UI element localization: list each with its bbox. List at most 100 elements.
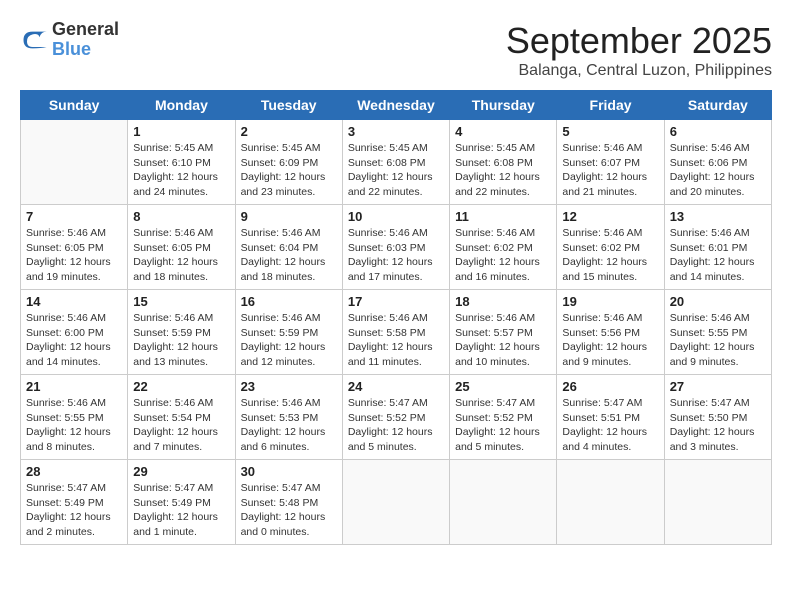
calendar-cell: 9 Sunrise: 5:46 AM Sunset: 6:04 PM Daylig… [235,205,342,290]
calendar-cell [21,120,128,205]
day-number: 23 [241,379,337,394]
weekday-sunday: Sunday [21,91,128,120]
day-info: Sunrise: 5:47 AM Sunset: 5:49 PM Dayligh… [26,481,122,540]
weekday-wednesday: Wednesday [342,91,449,120]
day-info: Sunrise: 5:47 AM Sunset: 5:48 PM Dayligh… [241,481,337,540]
day-number: 6 [670,124,766,139]
logo-line2: Blue [52,40,119,60]
day-info: Sunrise: 5:45 AM Sunset: 6:08 PM Dayligh… [455,141,551,200]
day-number: 14 [26,294,122,309]
calendar-cell: 22 Sunrise: 5:46 AM Sunset: 5:54 PM Dayli… [128,375,235,460]
weekday-thursday: Thursday [450,91,557,120]
calendar-cell [450,460,557,545]
day-number: 24 [348,379,444,394]
calendar-cell: 11 Sunrise: 5:46 AM Sunset: 6:02 PM Dayli… [450,205,557,290]
day-info: Sunrise: 5:47 AM Sunset: 5:49 PM Dayligh… [133,481,229,540]
day-info: Sunrise: 5:46 AM Sunset: 5:53 PM Dayligh… [241,396,337,455]
day-info: Sunrise: 5:46 AM Sunset: 5:55 PM Dayligh… [26,396,122,455]
calendar-cell: 28 Sunrise: 5:47 AM Sunset: 5:49 PM Dayli… [21,460,128,545]
day-info: Sunrise: 5:45 AM Sunset: 6:09 PM Dayligh… [241,141,337,200]
calendar-cell: 20Sunrise: 5:46 AM Sunset: 5:55 PM Dayli… [664,290,771,375]
day-number: 15 [133,294,229,309]
calendar-cell: 19 Sunrise: 5:46 AM Sunset: 5:56 PM Dayli… [557,290,664,375]
day-info: Sunrise: 5:47 AM Sunset: 5:51 PM Dayligh… [562,396,658,455]
day-number: 17 [348,294,444,309]
logo: General Blue [20,20,119,60]
calendar-cell: 5Sunrise: 5:46 AM Sunset: 6:07 PM Daylig… [557,120,664,205]
calendar-cell: 30 Sunrise: 5:47 AM Sunset: 5:48 PM Dayli… [235,460,342,545]
day-info: Sunrise: 5:46 AM Sunset: 6:00 PM Dayligh… [26,311,122,370]
day-number: 27 [670,379,766,394]
calendar-cell: 4Sunrise: 5:45 AM Sunset: 6:08 PM Daylig… [450,120,557,205]
day-info: Sunrise: 5:47 AM Sunset: 5:52 PM Dayligh… [348,396,444,455]
week-row-4: 21 Sunrise: 5:46 AM Sunset: 5:55 PM Dayli… [21,375,772,460]
day-number: 28 [26,464,122,479]
month-title: September 2025 [506,20,772,62]
day-info: Sunrise: 5:46 AM Sunset: 5:56 PM Dayligh… [562,311,658,370]
day-info: Sunrise: 5:46 AM Sunset: 6:05 PM Dayligh… [26,226,122,285]
calendar-cell: 24 Sunrise: 5:47 AM Sunset: 5:52 PM Dayli… [342,375,449,460]
day-number: 11 [455,209,551,224]
day-number: 21 [26,379,122,394]
calendar-cell [664,460,771,545]
calendar-cell: 12 Sunrise: 5:46 AM Sunset: 6:02 PM Dayli… [557,205,664,290]
day-number: 16 [241,294,337,309]
day-info: Sunrise: 5:46 AM Sunset: 6:04 PM Dayligh… [241,226,337,285]
calendar-cell: 25 Sunrise: 5:47 AM Sunset: 5:52 PM Dayli… [450,375,557,460]
day-number: 25 [455,379,551,394]
calendar-cell: 3 Sunrise: 5:45 AM Sunset: 6:08 PM Daylig… [342,120,449,205]
day-info: Sunrise: 5:46 AM Sunset: 5:58 PM Dayligh… [348,311,444,370]
day-info: Sunrise: 5:47 AM Sunset: 5:52 PM Dayligh… [455,396,551,455]
day-number: 13 [670,209,766,224]
day-number: 9 [241,209,337,224]
day-info: Sunrise: 5:46 AM Sunset: 5:57 PM Dayligh… [455,311,551,370]
calendar-cell [342,460,449,545]
calendar-cell: 13Sunrise: 5:46 AM Sunset: 6:01 PM Dayli… [664,205,771,290]
day-info: Sunrise: 5:46 AM Sunset: 5:54 PM Dayligh… [133,396,229,455]
title-area: September 2025 Balanga, Central Luzon, P… [506,20,772,80]
day-number: 3 [348,124,444,139]
day-number: 8 [133,209,229,224]
day-info: Sunrise: 5:46 AM Sunset: 6:05 PM Dayligh… [133,226,229,285]
calendar-table: SundayMondayTuesdayWednesdayThursdayFrid… [20,90,772,545]
calendar-cell: 26 Sunrise: 5:47 AM Sunset: 5:51 PM Dayli… [557,375,664,460]
calendar-cell: 29 Sunrise: 5:47 AM Sunset: 5:49 PM Dayli… [128,460,235,545]
calendar-cell: 8 Sunrise: 5:46 AM Sunset: 6:05 PM Daylig… [128,205,235,290]
day-number: 20 [670,294,766,309]
day-info: Sunrise: 5:45 AM Sunset: 6:10 PM Dayligh… [133,141,229,200]
day-number: 19 [562,294,658,309]
weekday-monday: Monday [128,91,235,120]
day-number: 12 [562,209,658,224]
logo-line1: General [52,20,119,40]
week-row-3: 14 Sunrise: 5:46 AM Sunset: 6:00 PM Dayli… [21,290,772,375]
day-info: Sunrise: 5:46 AM Sunset: 6:02 PM Dayligh… [455,226,551,285]
day-number: 10 [348,209,444,224]
day-info: Sunrise: 5:46 AM Sunset: 6:02 PM Dayligh… [562,226,658,285]
day-number: 26 [562,379,658,394]
day-info: Sunrise: 5:46 AM Sunset: 6:03 PM Dayligh… [348,226,444,285]
day-number: 1 [133,124,229,139]
weekday-header-row: SundayMondayTuesdayWednesdayThursdayFrid… [21,91,772,120]
weekday-tuesday: Tuesday [235,91,342,120]
day-info: Sunrise: 5:46 AM Sunset: 5:59 PM Dayligh… [241,311,337,370]
calendar-cell: 21 Sunrise: 5:46 AM Sunset: 5:55 PM Dayli… [21,375,128,460]
page-header: General Blue September 2025 Balanga, Cen… [20,20,772,80]
day-number: 29 [133,464,229,479]
calendar-cell: 18 Sunrise: 5:46 AM Sunset: 5:57 PM Dayli… [450,290,557,375]
calendar-body: 1 Sunrise: 5:45 AM Sunset: 6:10 PM Daylig… [21,120,772,545]
calendar-cell: 7Sunrise: 5:46 AM Sunset: 6:05 PM Daylig… [21,205,128,290]
day-number: 22 [133,379,229,394]
day-number: 18 [455,294,551,309]
calendar-cell: 10 Sunrise: 5:46 AM Sunset: 6:03 PM Dayli… [342,205,449,290]
calendar-cell: 1 Sunrise: 5:45 AM Sunset: 6:10 PM Daylig… [128,120,235,205]
calendar-cell: 17 Sunrise: 5:46 AM Sunset: 5:58 PM Dayli… [342,290,449,375]
weekday-saturday: Saturday [664,91,771,120]
day-number: 5 [562,124,658,139]
day-number: 30 [241,464,337,479]
day-info: Sunrise: 5:47 AM Sunset: 5:50 PM Dayligh… [670,396,766,455]
location-title: Balanga, Central Luzon, Philippines [506,62,772,80]
weekday-friday: Friday [557,91,664,120]
day-info: Sunrise: 5:45 AM Sunset: 6:08 PM Dayligh… [348,141,444,200]
calendar-cell: 23 Sunrise: 5:46 AM Sunset: 5:53 PM Dayli… [235,375,342,460]
calendar-cell: 27 Sunrise: 5:47 AM Sunset: 5:50 PM Dayli… [664,375,771,460]
